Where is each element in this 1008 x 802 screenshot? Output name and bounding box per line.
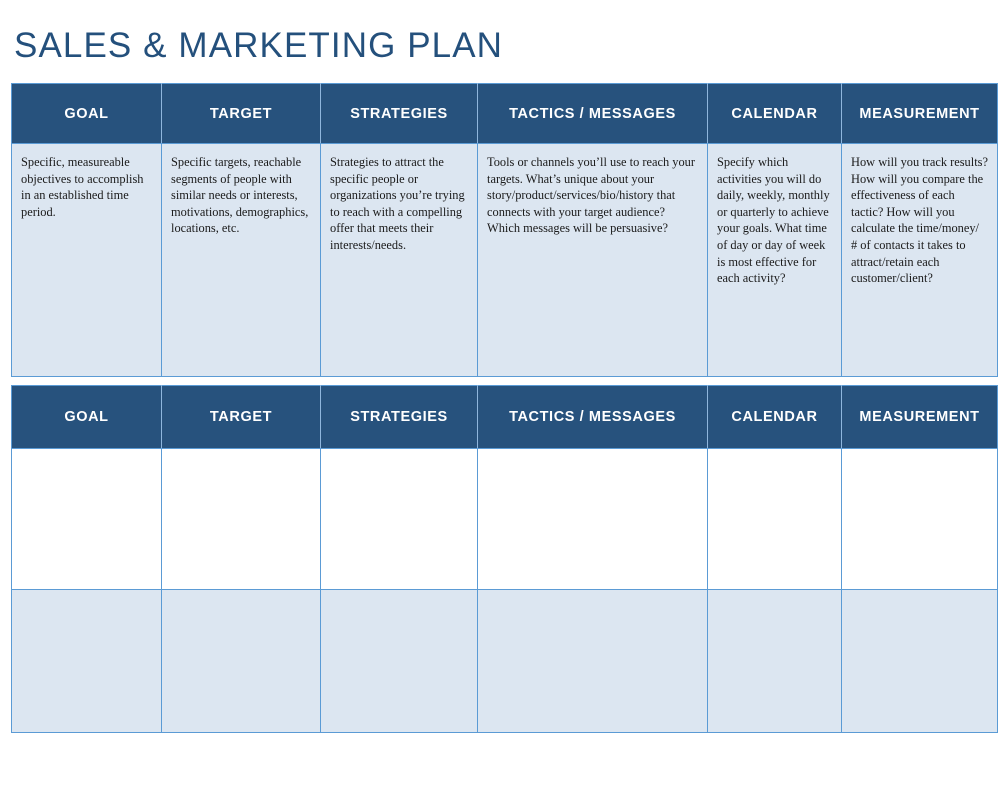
column-header-strategies: STRATEGIES (320, 83, 478, 144)
plan-guide-table: GOAL TARGET STRATEGIES TACTICS / MESSAGE… (11, 83, 998, 377)
column-header-measurement: MEASUREMENT (841, 83, 998, 144)
guide-table-header-row: GOAL TARGET STRATEGIES TACTICS / MESSAGE… (11, 83, 998, 144)
guide-cell-calendar: Specify which activities you will do dai… (707, 143, 842, 377)
guide-cell-tactics: Tools or channels you’ll use to reach yo… (477, 143, 708, 377)
column-header-strategies: STRATEGIES (320, 385, 478, 449)
column-header-measurement: MEASUREMENT (841, 385, 998, 449)
guide-cell-target: Specific targets, reachable segments of … (161, 143, 321, 377)
column-header-goal: GOAL (11, 83, 162, 144)
guide-cell-goal: Specific, measureable objectives to acco… (11, 143, 162, 377)
column-header-tactics: TACTICS / MESSAGES (477, 385, 708, 449)
column-header-calendar: CALENDAR (707, 385, 842, 449)
entry-cell-tactics[interactable] (477, 448, 708, 590)
column-header-target: TARGET (161, 83, 321, 144)
entry-cell-measurement[interactable] (841, 589, 998, 733)
table-row (11, 589, 998, 733)
entry-cell-tactics[interactable] (477, 589, 708, 733)
entry-table-header-row: GOAL TARGET STRATEGIES TACTICS / MESSAGE… (11, 385, 998, 449)
entry-cell-strategies[interactable] (320, 448, 478, 590)
table-row (11, 448, 998, 590)
column-header-calendar: CALENDAR (707, 83, 842, 144)
guide-cell-measurement: How will you track results? How will you… (841, 143, 998, 377)
plan-entry-table: GOAL TARGET STRATEGIES TACTICS / MESSAGE… (11, 385, 998, 733)
table-row: Specific, measureable objectives to acco… (11, 143, 998, 377)
entry-cell-goal[interactable] (11, 589, 162, 733)
column-header-tactics: TACTICS / MESSAGES (477, 83, 708, 144)
entry-cell-calendar[interactable] (707, 589, 842, 733)
entry-cell-strategies[interactable] (320, 589, 478, 733)
entry-cell-goal[interactable] (11, 448, 162, 590)
entry-cell-target[interactable] (161, 448, 321, 590)
column-header-goal: GOAL (11, 385, 162, 449)
column-header-target: TARGET (161, 385, 321, 449)
entry-cell-measurement[interactable] (841, 448, 998, 590)
guide-cell-strategies: Strategies to attract the specific peopl… (320, 143, 478, 377)
entry-cell-calendar[interactable] (707, 448, 842, 590)
entry-cell-target[interactable] (161, 589, 321, 733)
page-title: SALES & MARKETING PLAN (14, 26, 504, 65)
